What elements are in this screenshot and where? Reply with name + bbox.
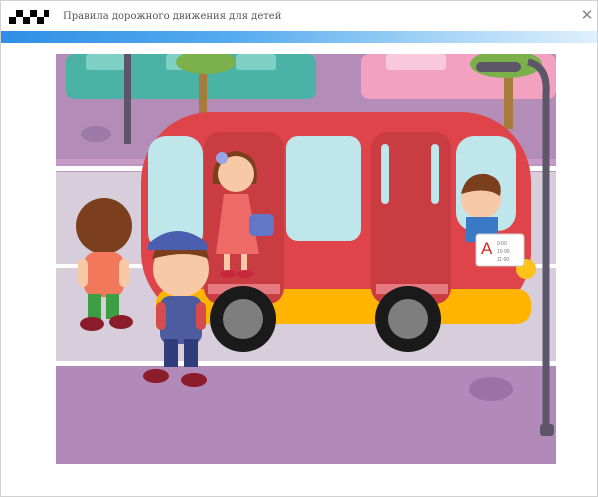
close-button[interactable]: ✕ xyxy=(579,7,595,23)
svg-text:11:00: 11:00 xyxy=(497,257,509,263)
window-title: Правила дорожного движения для детей xyxy=(63,11,282,22)
bus-driver xyxy=(461,173,501,242)
checkered-flag-icon xyxy=(9,10,49,24)
svg-text:9:00: 9:00 xyxy=(497,241,507,247)
timetable-sign: A 9:00 10:00 11:00 xyxy=(475,233,525,267)
title-bar[interactable]: Правила дорожного движения для детей ✕ xyxy=(1,1,597,31)
pole xyxy=(124,54,131,144)
accent-bar xyxy=(1,31,597,43)
bus-stop-illustration[interactable]: A 9:00 10:00 11:00 xyxy=(56,54,556,464)
svg-text:10:00: 10:00 xyxy=(497,249,510,255)
manhole-road xyxy=(469,377,513,401)
manhole xyxy=(81,126,111,142)
app-window: Правила дорожного движения для детей ✕ A… xyxy=(0,0,598,497)
svg-text:A: A xyxy=(481,239,493,258)
